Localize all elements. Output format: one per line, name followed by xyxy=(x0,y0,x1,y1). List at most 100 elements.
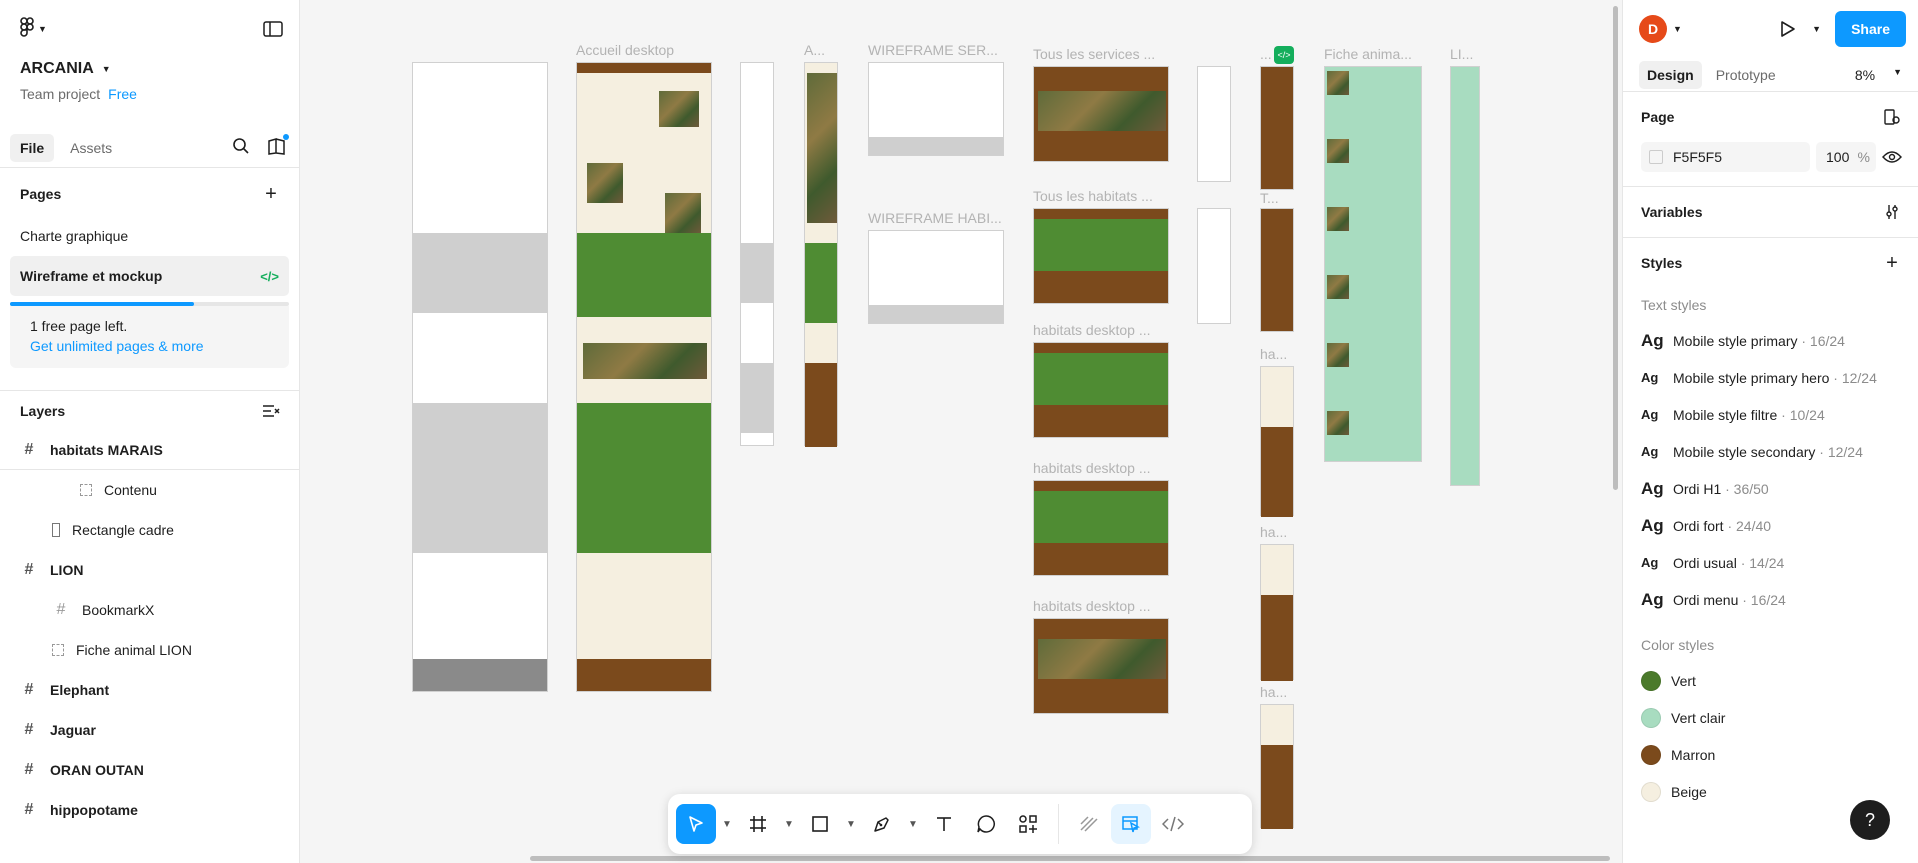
eye-icon[interactable] xyxy=(1882,147,1902,167)
move-tool-dropdown[interactable]: ▼ xyxy=(718,804,736,844)
page-color-input[interactable]: F5F5F5 xyxy=(1641,142,1810,172)
text-style-item[interactable]: Ag Ordi H1 · 36/50 xyxy=(1623,470,1918,507)
page-color-value: F5F5F5 xyxy=(1673,149,1723,165)
main-menu-button[interactable]: ▼ xyxy=(20,16,47,42)
zoom-control[interactable]: 8% ▼ xyxy=(1855,67,1902,83)
shape-tool-dropdown[interactable]: ▼ xyxy=(842,804,860,844)
wireframe-section xyxy=(741,363,773,433)
frame-mobile-habitats[interactable] xyxy=(1260,208,1294,332)
mockup-image xyxy=(1327,411,1349,435)
search-icon[interactable] xyxy=(231,136,251,156)
user-menu[interactable]: D ▼ xyxy=(1639,15,1682,43)
layer-row[interactable]: # Jaguar xyxy=(0,710,299,750)
frame-habitats-desktop[interactable] xyxy=(1033,480,1169,576)
frame-mobile-wireframe[interactable] xyxy=(1197,208,1231,324)
text-style-item[interactable]: Ag Mobile style primary hero · 12/24 xyxy=(1623,359,1918,396)
help-button[interactable]: ? xyxy=(1850,800,1890,840)
frame-mobile-habitat[interactable] xyxy=(1260,544,1294,681)
layer-row[interactable]: Contenu xyxy=(0,470,299,510)
move-tool-button[interactable] xyxy=(676,804,716,844)
layer-row[interactable]: # LION xyxy=(0,550,299,590)
variables-icon[interactable] xyxy=(1882,202,1902,222)
canvas-horizontal-scrollbar[interactable] xyxy=(530,856,1610,861)
canvas-vertical-scrollbar[interactable] xyxy=(1613,6,1618,490)
frame-fiche-animal[interactable] xyxy=(1324,66,1422,462)
layer-row[interactable]: # habitats MARAIS xyxy=(0,430,299,470)
layers-title: Layers xyxy=(20,402,66,419)
frame-tous-services[interactable] xyxy=(1033,66,1169,162)
plan-badge[interactable]: Free xyxy=(108,86,137,102)
text-style-item[interactable]: Ag Mobile style secondary · 12/24 xyxy=(1623,433,1918,470)
page-settings-icon[interactable] xyxy=(1882,107,1902,127)
frame-mobile-wireframe[interactable] xyxy=(1197,66,1231,182)
layer-row[interactable]: Fiche animal LION xyxy=(0,630,299,670)
mockup-footer xyxy=(1261,595,1293,681)
color-style-item[interactable]: Vert xyxy=(1623,662,1918,699)
styles-header: Styles + xyxy=(1623,238,1918,288)
layer-row[interactable]: # Elephant xyxy=(0,670,299,710)
layer-row[interactable]: # hippopotame xyxy=(0,790,299,830)
frame-mobile-services[interactable] xyxy=(1260,66,1294,190)
pen-tool-dropdown[interactable]: ▼ xyxy=(904,804,922,844)
layer-row[interactable]: # ORAN OUTAN xyxy=(0,750,299,790)
page-item-charte[interactable]: Charte graphique xyxy=(0,216,299,256)
add-page-icon[interactable]: + xyxy=(261,183,281,205)
comment-tool-button[interactable] xyxy=(966,804,1006,844)
frame-habitats-desktop[interactable] xyxy=(1033,618,1169,714)
tab-file[interactable]: File xyxy=(10,133,55,162)
canvas[interactable]: Accueil desktop A... WIREFRAME SER... WI… xyxy=(300,0,1622,863)
frame-mobile-accueil[interactable] xyxy=(804,62,838,447)
text-style-item[interactable]: Ag Ordi fort · 24/40 xyxy=(1623,507,1918,544)
text-style-name: Mobile style secondary xyxy=(1673,443,1816,460)
share-button[interactable]: Share xyxy=(1835,11,1906,47)
layer-row[interactable]: Rectangle cadre xyxy=(0,510,299,550)
text-tool-button[interactable] xyxy=(924,804,964,844)
pen-tool-button[interactable] xyxy=(862,804,902,844)
frame-wireframe-habitats[interactable] xyxy=(868,230,1004,324)
actions-tool-button[interactable] xyxy=(1008,804,1048,844)
present-play-icon[interactable] xyxy=(1778,19,1798,39)
color-swatch xyxy=(1649,150,1663,164)
tab-design[interactable]: Design xyxy=(1639,60,1702,89)
tab-prototype[interactable]: Prototype xyxy=(1708,61,1784,89)
text-style-item[interactable]: Ag Mobile style filtre · 10/24 xyxy=(1623,396,1918,433)
draw-mode-button[interactable] xyxy=(1069,804,1109,844)
text-style-item[interactable]: Ag Ordi usual · 14/24 xyxy=(1623,544,1918,581)
collapse-layers-icon[interactable] xyxy=(261,401,281,421)
tab-assets[interactable]: Assets xyxy=(60,134,122,162)
toggle-sidebar-icon[interactable] xyxy=(263,19,283,39)
text-style-name: Ordi usual xyxy=(1673,554,1737,571)
frame-habitats-desktop[interactable] xyxy=(1033,342,1169,438)
frame-mobile-habitat[interactable] xyxy=(1260,704,1294,829)
frame-mobile-wireframe[interactable] xyxy=(740,62,774,446)
frame-tous-habitats[interactable] xyxy=(1033,208,1169,304)
layer-row[interactable]: # BookmarkX xyxy=(0,590,299,630)
project-name[interactable]: ARCANIA ▼ xyxy=(20,58,279,80)
color-style-name: Vert clair xyxy=(1671,709,1726,726)
upsell-link[interactable]: Get unlimited pages & more xyxy=(30,338,269,354)
variables-title: Variables xyxy=(1641,204,1703,220)
shape-tool-button[interactable] xyxy=(800,804,840,844)
text-style-item[interactable]: Ag Ordi menu · 16/24 xyxy=(1623,581,1918,618)
page-opacity-input[interactable]: 100 % xyxy=(1816,142,1876,172)
library-icon[interactable] xyxy=(267,134,289,156)
project-name-label: ARCANIA xyxy=(20,60,94,77)
frame-mobile-habitat[interactable] xyxy=(1260,366,1294,517)
page-item-wireframe[interactable]: Wireframe et mockup </> xyxy=(10,256,289,296)
frame-accueil-desktop[interactable] xyxy=(576,62,712,692)
text-style-item[interactable]: Ag Mobile style primary · 16/24 xyxy=(1623,322,1918,359)
chevron-down-icon[interactable]: ▼ xyxy=(1812,24,1821,34)
layer-label: Elephant xyxy=(50,682,110,698)
frame-wireframe-services[interactable] xyxy=(868,62,1004,156)
frame-tool-button[interactable] xyxy=(738,804,778,844)
design-mode-button[interactable] xyxy=(1111,804,1151,844)
frame-tool-dropdown[interactable]: ▼ xyxy=(780,804,798,844)
dev-ready-badge[interactable]: </> xyxy=(1274,46,1294,64)
add-style-icon[interactable]: + xyxy=(1882,252,1902,274)
color-style-item[interactable]: Vert clair xyxy=(1623,699,1918,736)
frame-wireframe-accueil[interactable] xyxy=(412,62,548,692)
dev-mode-button[interactable] xyxy=(1153,804,1193,844)
color-style-item[interactable]: Marron xyxy=(1623,736,1918,773)
text-style-meta: · 16/24 xyxy=(1738,591,1786,608)
frame-fiche-mobile[interactable] xyxy=(1450,66,1480,486)
